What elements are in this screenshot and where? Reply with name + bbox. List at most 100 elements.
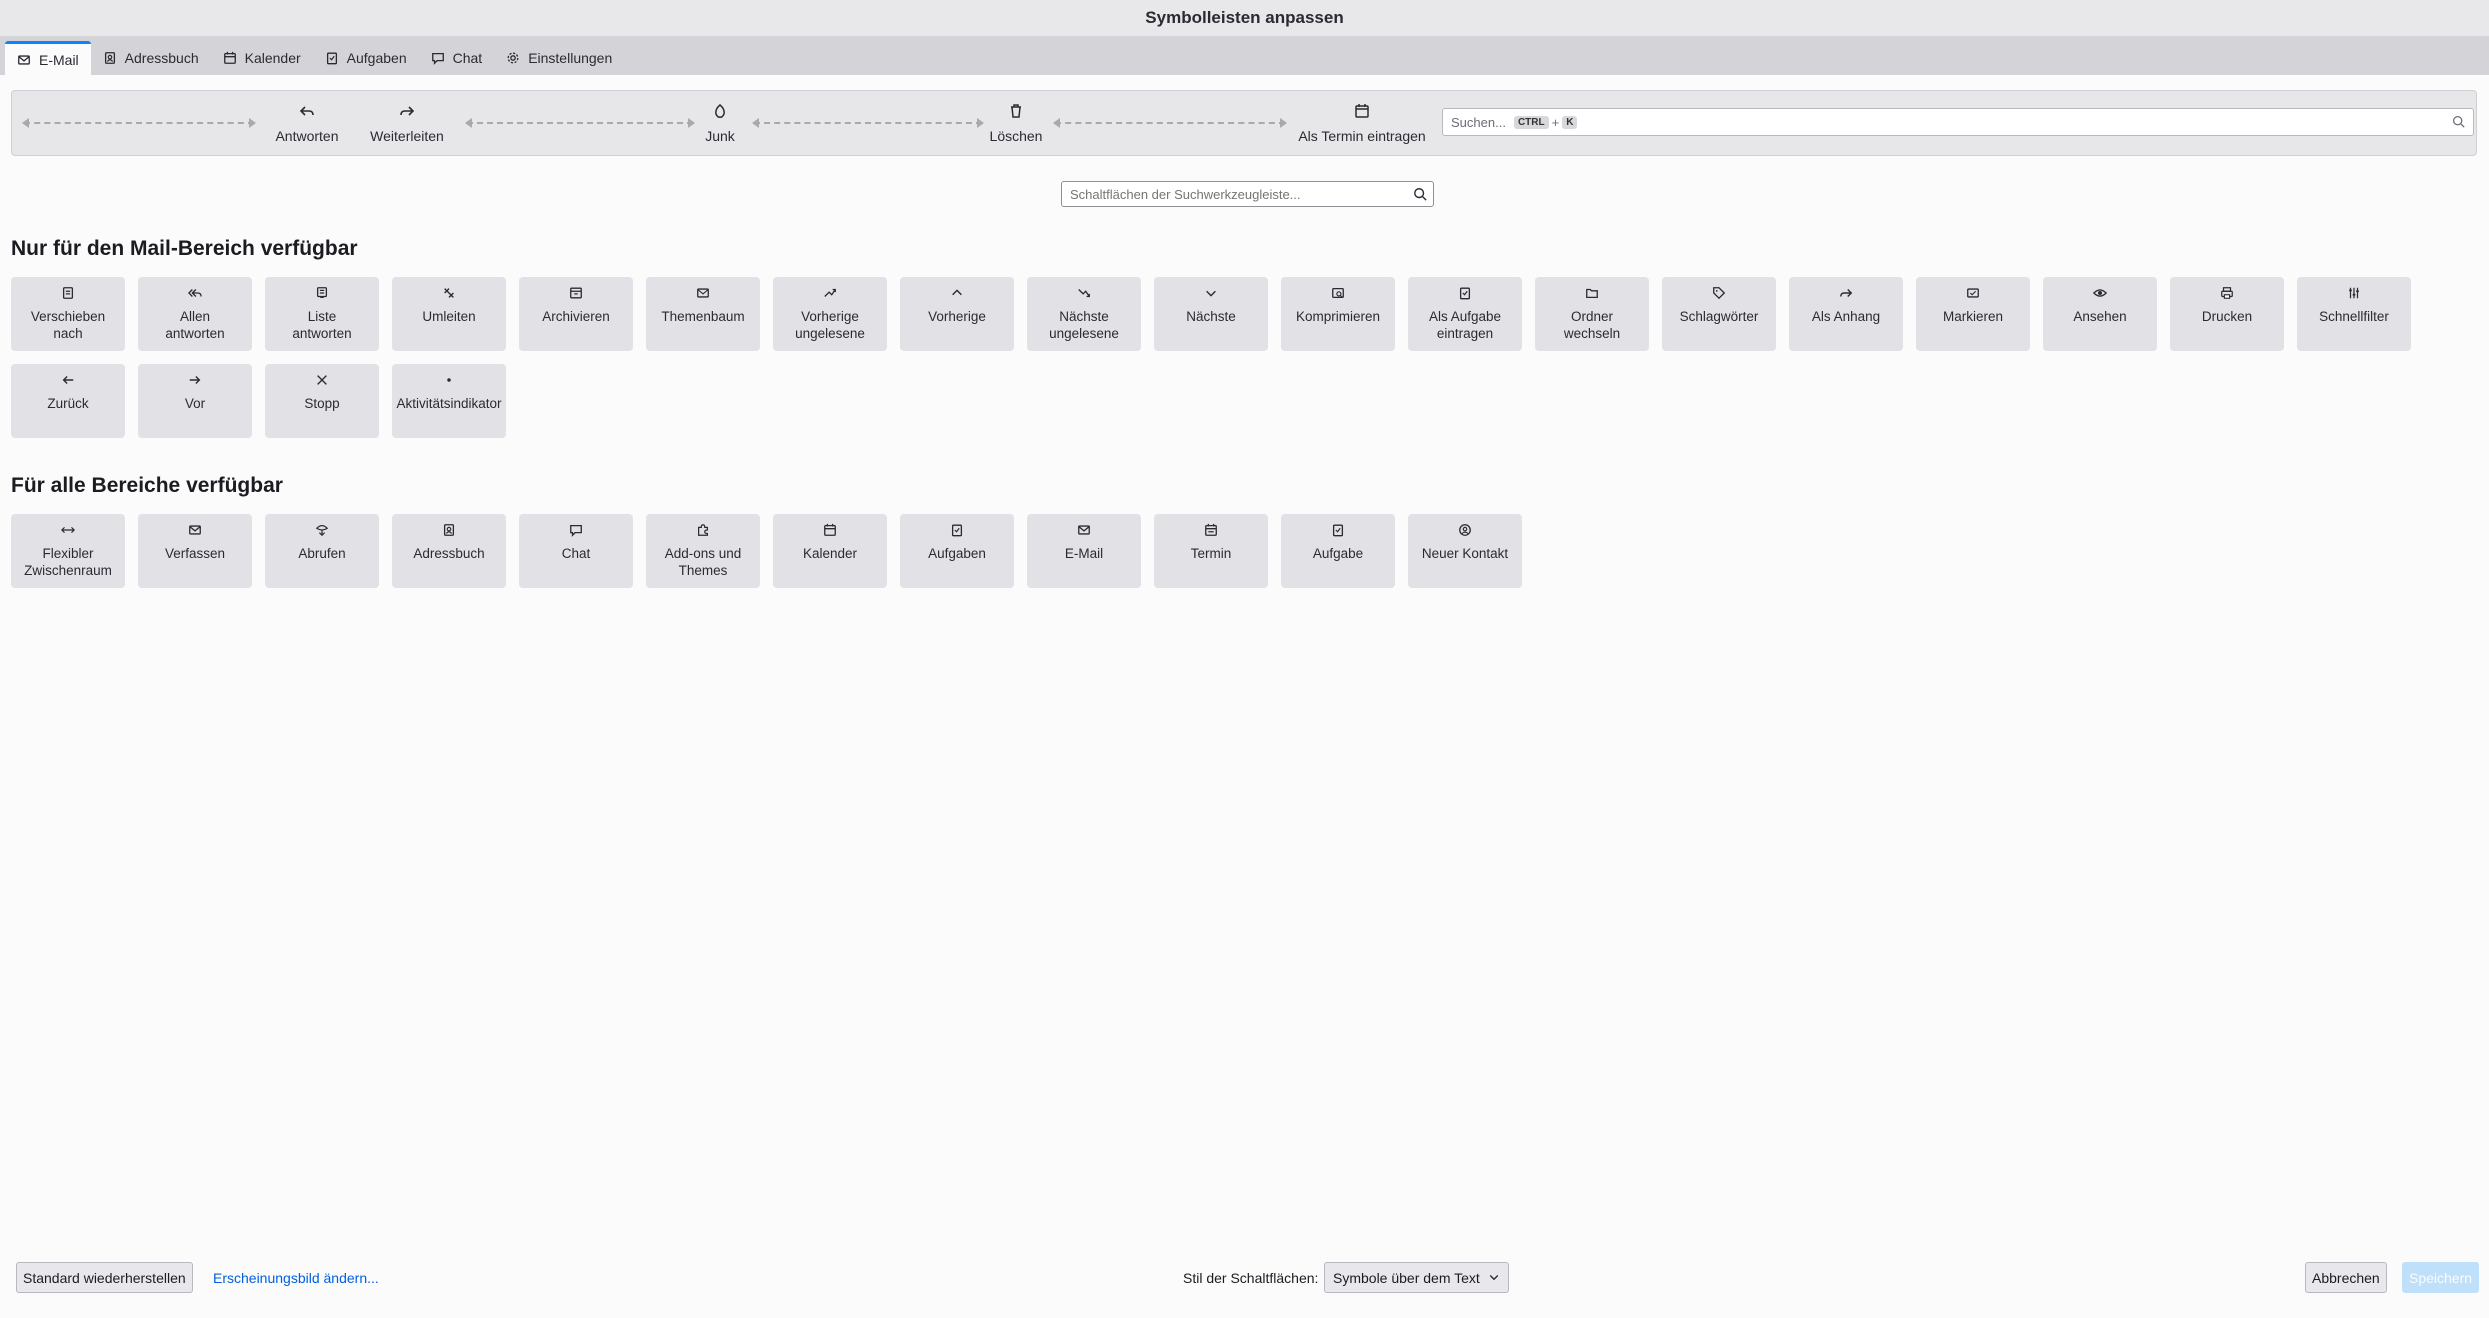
tab-label: Einstellungen: [528, 50, 613, 66]
eye-icon: [2092, 285, 2108, 301]
mail-button-print[interactable]: Drucken: [2170, 277, 2284, 351]
all-section-heading: Für alle Bereiche verfügbar: [11, 474, 283, 497]
toolbar-forward-button[interactable]: Weiterleiten: [354, 91, 460, 155]
folder-icon: [1584, 285, 1600, 301]
palette-search-box[interactable]: [1061, 181, 1434, 207]
mail-button-arrow-left[interactable]: Zurück: [11, 364, 125, 438]
shortcut-plus: +: [1551, 114, 1560, 130]
flexible-spacer[interactable]: [465, 118, 695, 128]
all-button-compose[interactable]: Verfassen: [138, 514, 252, 588]
mail-button-next-unread[interactable]: Nächste ungelesene: [1027, 277, 1141, 351]
palette-search-input[interactable]: [1070, 186, 1425, 202]
mail-section-heading: Nur für den Mail-Bereich verfügbar: [11, 237, 358, 260]
mail-button-tag[interactable]: Schlagwörter: [1662, 277, 1776, 351]
button-label: Aufgabe: [1312, 546, 1364, 561]
tab-chat[interactable]: Chat: [419, 41, 495, 75]
button-label: Chat: [561, 546, 591, 561]
tasks-icon: [325, 51, 339, 65]
mail-button-previous-unread[interactable]: Vorherige ungelesene: [773, 277, 887, 351]
add-task-icon: [1330, 522, 1346, 538]
tab-aufgaben[interactable]: Aufgaben: [313, 41, 419, 75]
calendar-event-icon: [1354, 103, 1370, 122]
mail-button-reply-all[interactable]: Allen antworten: [138, 277, 252, 351]
mail-button-archive[interactable]: Archivieren: [519, 277, 633, 351]
archive-icon: [568, 285, 584, 301]
button-label: Archivieren: [542, 309, 610, 324]
flexible-spacer[interactable]: [752, 118, 984, 128]
save-button[interactable]: Speichern: [2402, 1262, 2480, 1293]
tab-label: Chat: [452, 50, 483, 66]
mail-button-add-task[interactable]: Als Aufgabe eintragen: [1408, 277, 1522, 351]
button-label: Ansehen: [2073, 309, 2127, 324]
all-button-mail[interactable]: E-Mail: [1027, 514, 1141, 588]
tab-kalender[interactable]: Kalender: [211, 41, 313, 75]
button-label: Als Aufgabe eintragen: [1428, 309, 1502, 341]
search-icon[interactable]: [1413, 187, 1427, 204]
toolbar-junk-button[interactable]: Junk: [692, 91, 748, 155]
mail-button-activity-dot[interactable]: Aktivitätsindikator: [392, 364, 506, 438]
mail-button-folder[interactable]: Ordner wechseln: [1535, 277, 1649, 351]
filter-icon: [2346, 285, 2362, 301]
print-icon: [2219, 285, 2235, 301]
toolbar-search-box[interactable]: Suchen... CTRL + K: [1442, 108, 2474, 136]
tag-icon: [1711, 285, 1727, 301]
toolbar-delete-button[interactable]: Löschen: [982, 91, 1050, 155]
next-unread-icon: [1076, 285, 1092, 301]
tab-adressbuch[interactable]: Adressbuch: [91, 41, 211, 75]
all-button-get-messages[interactable]: Abrufen: [265, 514, 379, 588]
mail-button-filter[interactable]: Schnellfilter: [2297, 277, 2411, 351]
all-button-flexible-space[interactable]: Flexibler Zwischenraum: [11, 514, 125, 588]
mail-button-reply-list[interactable]: Liste antworten: [265, 277, 379, 351]
all-button-calendar-event[interactable]: Termin: [1154, 514, 1268, 588]
toolbar-reply-button[interactable]: Antworten: [262, 91, 352, 155]
change-appearance-link[interactable]: Erscheinungsbild ändern...: [213, 1270, 379, 1286]
cancel-button[interactable]: Abbrechen: [2305, 1262, 2387, 1293]
previous-unread-icon: [822, 285, 838, 301]
flexible-spacer[interactable]: [1053, 118, 1287, 128]
mail-button-arrow-right[interactable]: Vor: [138, 364, 252, 438]
all-button-calendar[interactable]: Kalender: [773, 514, 887, 588]
compose-icon: [187, 522, 203, 538]
button-label: Neuer Kontakt: [1421, 546, 1509, 561]
calendar-icon: [822, 522, 838, 538]
all-button-addons[interactable]: Add-ons und Themes: [646, 514, 760, 588]
mail-button-redirect[interactable]: Umleiten: [392, 277, 506, 351]
button-label: Verschieben nach: [30, 309, 106, 341]
all-button-address-book[interactable]: Adressbuch: [392, 514, 506, 588]
mail-button-compact[interactable]: Komprimieren: [1281, 277, 1395, 351]
all-button-chat[interactable]: Chat: [519, 514, 633, 588]
button-style-select[interactable]: Symbole über dem Text: [1324, 1262, 1509, 1293]
mail-button-eye[interactable]: Ansehen: [2043, 277, 2157, 351]
move-icon: [60, 285, 76, 301]
reset-defaults-button[interactable]: Standard wiederherstellen: [16, 1262, 193, 1293]
tab-einstellungen[interactable]: Einstellungen: [494, 41, 624, 75]
button-label: Nächste: [1186, 309, 1236, 324]
mail-button-close[interactable]: Stopp: [265, 364, 379, 438]
mail-button-mark[interactable]: Markieren: [1916, 277, 2030, 351]
mail-button-forward-attachment[interactable]: Als Anhang: [1789, 277, 1903, 351]
button-label: Allen antworten: [165, 309, 225, 341]
toolbar-item-label: Weiterleiten: [370, 127, 444, 144]
button-label: Drucken: [2201, 309, 2253, 324]
mail-button-threads[interactable]: Themenbaum: [646, 277, 760, 351]
button-label: Themenbaum: [661, 309, 745, 324]
button-label: Als Anhang: [1811, 309, 1881, 324]
add-task-icon: [1457, 285, 1473, 301]
mail-button-chevron-up[interactable]: Vorherige: [900, 277, 1014, 351]
all-button-add-task[interactable]: Aufgabe: [1281, 514, 1395, 588]
junk-icon: [712, 103, 728, 122]
all-button-new-contact[interactable]: Neuer Kontakt: [1408, 514, 1522, 588]
tab-e-mail[interactable]: E-Mail: [5, 41, 91, 75]
redirect-icon: [441, 285, 457, 301]
search-icon: [2452, 115, 2465, 131]
all-button-tasks[interactable]: Aufgaben: [900, 514, 1014, 588]
mail-button-chevron-down[interactable]: Nächste: [1154, 277, 1268, 351]
toolbar-add-event-button[interactable]: Als Termin eintragen: [1292, 91, 1432, 155]
button-label: Termin: [1190, 546, 1232, 561]
mail-button-move[interactable]: Verschieben nach: [11, 277, 125, 351]
space-tabs: E-Mail Adressbuch Kalender Aufgaben Chat Eins…: [0, 37, 2489, 75]
flexible-spacer[interactable]: [22, 118, 256, 128]
button-label: Komprimieren: [1295, 309, 1381, 324]
chevron-up-icon: [949, 285, 965, 301]
chat-icon: [431, 51, 445, 65]
